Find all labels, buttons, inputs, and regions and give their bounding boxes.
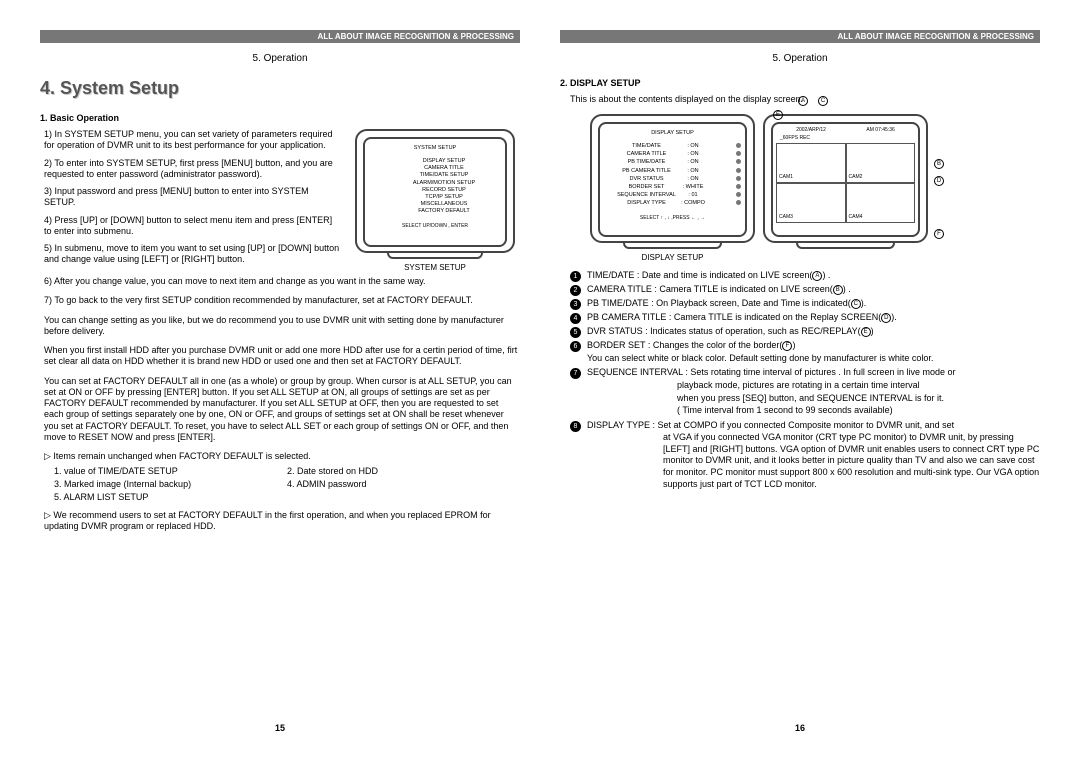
step-2: 2) To enter into SYSTEM SETUP, first pre… [44,158,342,181]
para-settings-like: You can change setting as you like, but … [44,315,520,338]
numbered-explanations: 1TIME/DATE : Date and time is indicated … [570,270,1040,490]
crt1-title: SYSTEM SETUP [369,145,501,152]
step-4: 4) Press [UP] or [DOWN] button to select… [44,215,342,238]
header-bar-left: ALL ABOUT IMAGE RECOGNITION & PROCESSING [40,30,520,43]
crt-quad-view: 2002/ARP/12AM 07:45:36 _60FPS REC CAM1 C… [763,114,928,262]
items-unchanged-note: ▷ Items remain unchanged when FACTORY DE… [44,451,520,462]
step-7: 7) To go back to the very first SETUP co… [44,295,520,306]
label-b: B [934,159,944,169]
chapter-link-right: 5. Operation [560,53,1040,64]
para-first-hdd: When you first install HDD after you pur… [44,345,520,368]
header-bar-right: ALL ABOUT IMAGE RECOGNITION & PROCESSING [560,30,1040,43]
page-left: ALL ABOUT IMAGE RECOGNITION & PROCESSING… [20,30,540,733]
subhead-display-setup: 2. DISPLAY SETUP [560,78,1040,88]
page-number-right: 16 [560,723,1040,733]
crt-system-setup: SYSTEM SETUP DISPLAY SETUP CAMERA TITLE … [350,129,520,272]
step-5: 5) In submenu, move to item you want to … [44,243,342,266]
label-f: F [934,229,944,239]
page-right: ALL ABOUT IMAGE RECOGNITION & PROCESSING… [540,30,1060,733]
para-factory-default: You can set at FACTORY DEFAULT all in on… [44,376,520,444]
chapter-link-left: 5. Operation [40,53,520,64]
subhead-basic-operation: 1. Basic Operation [40,113,520,123]
recommend-note: ▷ We recommend users to set at FACTORY D… [44,510,520,533]
crt-display-setup-menu: DISPLAY SETUP TIME/DATE: ON CAMERA TITLE… [590,114,755,262]
step-6: 6) After you change value, you can move … [44,276,520,287]
step-3: 3) Input password and press [MENU] butto… [44,186,342,209]
label-d: D [934,176,944,186]
crt-display-caption: DISPLAY SETUP [590,253,755,262]
label-a: A [798,96,808,106]
basic-steps-col: 1) In SYSTEM SETUP menu, you can set var… [40,129,342,272]
step-1: 1) In SYSTEM SETUP menu, you can set var… [44,129,342,152]
label-e: E [773,110,783,120]
page-number-left: 15 [40,723,520,733]
crt1-caption: SYSTEM SETUP [350,263,520,272]
label-c: C [818,96,828,106]
section-title: 4. System Setup [40,78,520,99]
